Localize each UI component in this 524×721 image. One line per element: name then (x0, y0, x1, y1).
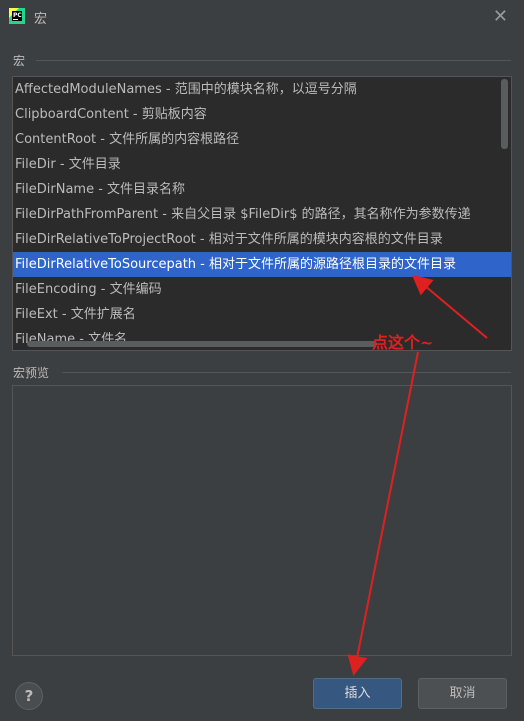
arrow-to-insert-button (347, 351, 419, 676)
annotation-arrows (347, 274, 488, 676)
arrow-to-selected-item (411, 274, 488, 339)
